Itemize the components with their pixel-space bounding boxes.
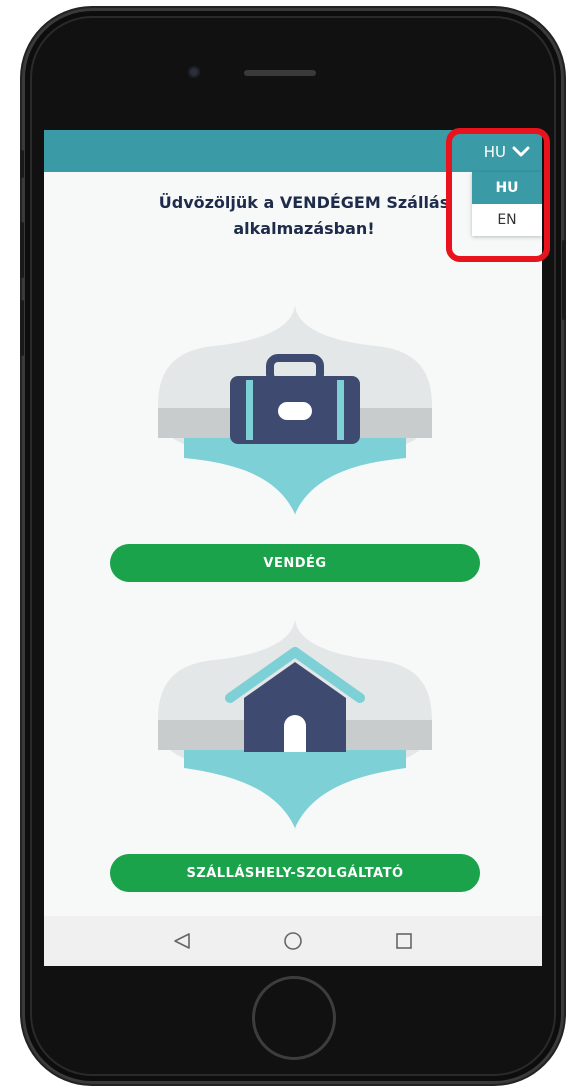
provider-button[interactable]: SZÁLLÁSHELY-SZOLGÁLTATÓ bbox=[110, 854, 480, 892]
welcome-line-1: Üdvözöljük a VENDÉGEM Szállás bbox=[158, 193, 450, 212]
triangle-back-icon[interactable] bbox=[172, 931, 192, 951]
suitcase-icon bbox=[158, 304, 432, 516]
phone-side-button bbox=[20, 150, 24, 178]
welcome-heading: Üdvözöljük a VENDÉGEM Szállás alkalmazás… bbox=[104, 190, 504, 242]
android-navigation-bar bbox=[44, 916, 542, 966]
phone-volume-down-button bbox=[20, 300, 24, 356]
phone-volume-up-button bbox=[20, 222, 24, 278]
house-icon bbox=[158, 618, 432, 830]
front-camera-icon bbox=[188, 66, 200, 78]
speaker-grille bbox=[244, 70, 316, 76]
phone-power-button bbox=[562, 240, 566, 320]
home-button[interactable] bbox=[252, 976, 336, 1060]
guest-button[interactable]: VENDÉG bbox=[110, 544, 480, 582]
welcome-line-2: alkalmazásban! bbox=[233, 219, 375, 238]
circle-home-icon[interactable] bbox=[282, 930, 304, 952]
language-menu-highlight bbox=[446, 128, 550, 262]
square-recents-icon[interactable] bbox=[394, 931, 414, 951]
